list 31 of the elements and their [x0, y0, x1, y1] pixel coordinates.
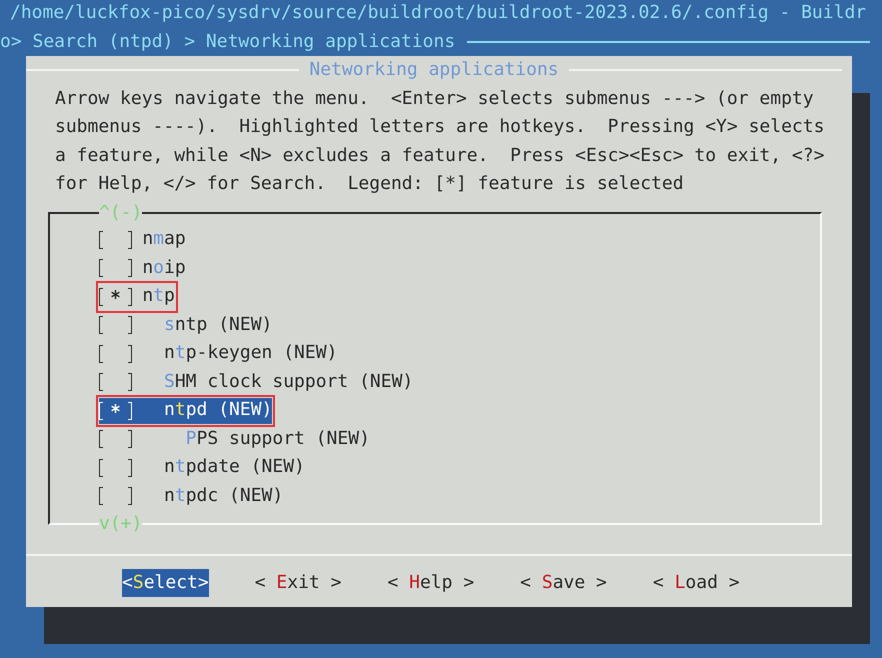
checkbox[interactable] — [99, 458, 132, 478]
checkbox[interactable] — [99, 230, 132, 250]
menu-button[interactable]: < Save > — [520, 568, 607, 596]
menu-item[interactable]: ntp — [99, 284, 175, 310]
checkbox[interactable] — [99, 258, 132, 278]
menu-button[interactable]: < Help > — [387, 568, 474, 596]
window-title: /home/luckfox-pico/sysdrv/source/buildroot/buildroot-2023.02.6/.config - Buildr — [9, 1, 868, 25]
menu-item[interactable]: PPS support (NEW) — [99, 426, 370, 452]
checkbox[interactable] — [99, 486, 132, 506]
asterisk-icon — [110, 290, 120, 298]
dialog-title: Networking applications — [308, 58, 560, 82]
menu-button[interactable]: < Exit > — [254, 568, 342, 596]
menu-item[interactable]: ntp-keygen (NEW) — [99, 340, 338, 366]
menu-item[interactable]: noip — [99, 255, 186, 281]
asterisk-icon — [110, 404, 120, 412]
menu-item[interactable]: ntpd (NEW) — [99, 398, 272, 424]
checkbox[interactable] — [99, 286, 132, 306]
menu-item[interactable]: ntpdc (NEW) — [99, 483, 284, 509]
help-text: Arrow keys navigate the menu. <Enter> selects submenus ---> (or empty submenus ----). Highlighted letters are hotkeys. Pressing <Y> selects a feature, while <N> excludes a feature. Press <Esc><Esc> to exit, <?> for Help, </> for Search. Legend: [*] feature is selected — [55, 86, 826, 196]
checkbox[interactable] — [99, 315, 132, 335]
menu-item[interactable]: sntp (NEW) — [99, 312, 272, 338]
checkbox[interactable] — [99, 400, 132, 420]
checkbox[interactable] — [99, 429, 132, 449]
breadcrumb: o> Search (ntpd) > Networking applications — [0, 30, 456, 54]
checkbox[interactable] — [99, 372, 132, 392]
menu-item[interactable]: ntpdate (NEW) — [99, 454, 305, 480]
menu-item[interactable]: SHM clock support (NEW) — [99, 369, 414, 395]
menu-item[interactable]: nmap — [99, 226, 186, 252]
checkbox[interactable] — [99, 344, 132, 364]
menu-button[interactable]: < Load > — [652, 568, 740, 596]
menu-button[interactable]: <Select> — [122, 568, 209, 596]
